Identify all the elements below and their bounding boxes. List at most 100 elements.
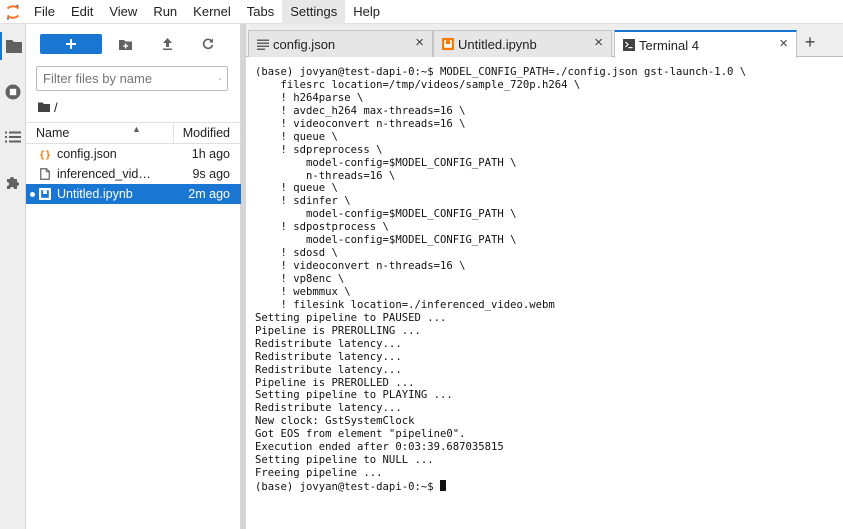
file-name: inferenced_vide... — [57, 167, 153, 181]
file-name: Untitled.ipynb — [57, 187, 133, 201]
file-name: config.json — [57, 147, 117, 161]
terminal-line: Freeing pipeline ... — [255, 467, 383, 480]
terminal-line: ! queue \ — [255, 130, 338, 143]
plus-icon — [66, 39, 76, 49]
terminal-line: Setting pipeline to NULL ... — [255, 454, 434, 467]
terminal-line: Redistribute latency... — [255, 363, 402, 376]
terminal-panel[interactable]: (base) jovyan@test-dapi-0:~$ MODEL_CONFI… — [246, 58, 843, 529]
terminal-line: Got EOS from element "pipeline0". — [255, 428, 466, 441]
file-browser: / Name ▲ Modified {} config.json 1h ago inf… — [26, 24, 241, 529]
terminal-line: ! sdinfer \ — [255, 195, 351, 208]
terminal-line: ! queue \ — [255, 182, 338, 195]
column-name-header[interactable]: Name — [36, 126, 69, 140]
terminal-line: Pipeline is PREROLLED ... — [255, 376, 415, 389]
menu-run[interactable]: Run — [145, 0, 185, 24]
column-divider[interactable] — [173, 123, 174, 143]
terminal-prompt: (base) jovyan@test-dapi-0:~$ — [255, 481, 440, 493]
breadcrumb: / — [38, 99, 58, 115]
tab-label: config.json — [273, 37, 336, 52]
terminal-prompt-line: (base) jovyan@test-dapi-0:~$ — [255, 480, 746, 493]
extension-icon[interactable] — [0, 169, 25, 197]
new-tab-button[interactable]: + — [798, 30, 822, 54]
file-browser-toolbar — [26, 32, 241, 56]
terminal-line: filesrc location=/tmp/videos/sample_720p… — [255, 78, 581, 91]
search-icon — [219, 77, 221, 80]
terminal-line: n-threads=16 \ — [255, 169, 396, 182]
file-row[interactable]: inferenced_vide... 9s ago — [26, 164, 241, 184]
terminal-line: ! h264parse \ — [255, 91, 364, 104]
list-icon[interactable] — [0, 123, 25, 151]
file-modified: 2m ago — [188, 187, 230, 201]
terminal-line: ! vp8enc \ — [255, 273, 345, 285]
running-indicator-icon — [30, 192, 35, 197]
menu-kernel[interactable]: Kernel — [185, 0, 239, 24]
terminal-line: ! sdpostprocess \ — [255, 221, 389, 234]
file-list: {} config.json 1h ago inferenced_vide... 9s … — [26, 144, 241, 204]
terminal-line: Pipeline is PREROLLING ... — [255, 324, 421, 337]
new-folder-button[interactable] — [114, 34, 136, 54]
upload-icon — [162, 38, 172, 50]
file-icon — [38, 167, 52, 181]
refresh-icon — [202, 38, 214, 50]
terminal-line: ! sdpreprocess \ — [255, 143, 383, 156]
terminal-line: ! videoconvert n-threads=16 \ — [255, 260, 466, 273]
menu-view[interactable]: View — [101, 0, 145, 24]
document-tab-bar: + config.json × Untitled.ipynb × Terminal 4 × — [246, 24, 843, 58]
terminal-line: model-config=$MODEL_CONFIG_PATH \ — [255, 156, 517, 169]
terminal-line: ! avdec_h264 max-threads=16 \ — [255, 104, 466, 117]
close-icon[interactable]: × — [779, 35, 788, 52]
file-row[interactable]: {} config.json 1h ago — [26, 144, 241, 164]
svg-text:{}: {} — [39, 150, 51, 160]
column-modified-header[interactable]: Modified — [183, 126, 230, 140]
menubar: File Edit View Run Kernel Tabs Settings Help — [0, 0, 843, 24]
terminal-output: (base) jovyan@test-dapi-0:~$ MODEL_CONFI… — [255, 66, 746, 493]
sort-ascending-icon: ▲ — [132, 124, 141, 134]
terminal-icon — [623, 39, 635, 51]
tab-untitled-ipynb[interactable]: Untitled.ipynb × — [433, 30, 612, 57]
file-filter-search — [36, 66, 228, 91]
terminal-line: ! sdosd \ — [255, 247, 338, 260]
tab-label: Terminal 4 — [639, 38, 699, 53]
folder-icon[interactable] — [0, 32, 25, 60]
terminal-line: Redistribute latency... — [255, 350, 402, 363]
menu-file[interactable]: File — [26, 0, 63, 24]
file-modified: 9s ago — [192, 167, 230, 181]
tab-label: Untitled.ipynb — [458, 37, 537, 52]
home-folder-icon[interactable] — [38, 102, 50, 112]
terminal-line: ! videoconvert n-threads=16 \ — [255, 117, 466, 130]
left-sidebar-rail — [0, 24, 26, 529]
terminal-line: Setting pipeline to PAUSED ... — [255, 311, 447, 324]
terminal-line: ! filesink location=./inferenced_video.w… — [255, 298, 555, 311]
running-icon[interactable] — [0, 78, 25, 106]
breadcrumb-path[interactable]: / — [54, 100, 58, 115]
terminal-line: Redistribute latency... — [255, 337, 402, 350]
json-icon: {} — [38, 147, 52, 161]
close-icon[interactable]: × — [594, 34, 603, 51]
new-folder-icon — [118, 39, 132, 50]
file-list-header: Name ▲ Modified — [26, 122, 241, 144]
terminal-line: model-config=$MODEL_CONFIG_PATH \ — [255, 208, 517, 221]
tab-terminal-4[interactable]: Terminal 4 × — [614, 30, 797, 58]
file-row[interactable]: Untitled.ipynb 2m ago — [26, 184, 241, 204]
terminal-line: Setting pipeline to PLAYING ... — [255, 389, 453, 402]
close-icon[interactable]: × — [415, 34, 424, 51]
notebook-icon — [38, 187, 52, 201]
menu-items: File Edit View Run Kernel Tabs Settings Help — [26, 0, 388, 24]
terminal-line: Redistribute latency... — [255, 402, 402, 415]
terminal-line: (base) jovyan@test-dapi-0:~$ MODEL_CONFI… — [255, 66, 747, 78]
file-filter-input[interactable] — [43, 71, 219, 86]
terminal-line: Execution ended after 0:03:39.687035815 — [255, 441, 504, 454]
text-file-icon — [257, 38, 269, 50]
refresh-button[interactable] — [197, 34, 219, 54]
terminal-cursor — [439, 480, 446, 491]
upload-button[interactable] — [156, 34, 178, 54]
new-launcher-button[interactable] — [40, 34, 102, 54]
file-modified: 1h ago — [191, 147, 230, 161]
menu-settings[interactable]: Settings — [282, 0, 346, 24]
terminal-line: New clock: GstSystemClock — [255, 415, 415, 428]
tab-config-json[interactable]: config.json × — [248, 30, 433, 57]
menu-edit[interactable]: Edit — [63, 0, 101, 24]
jupyter-logo-icon — [0, 0, 26, 24]
menu-help[interactable]: Help — [345, 0, 388, 24]
menu-tabs[interactable]: Tabs — [239, 0, 282, 24]
